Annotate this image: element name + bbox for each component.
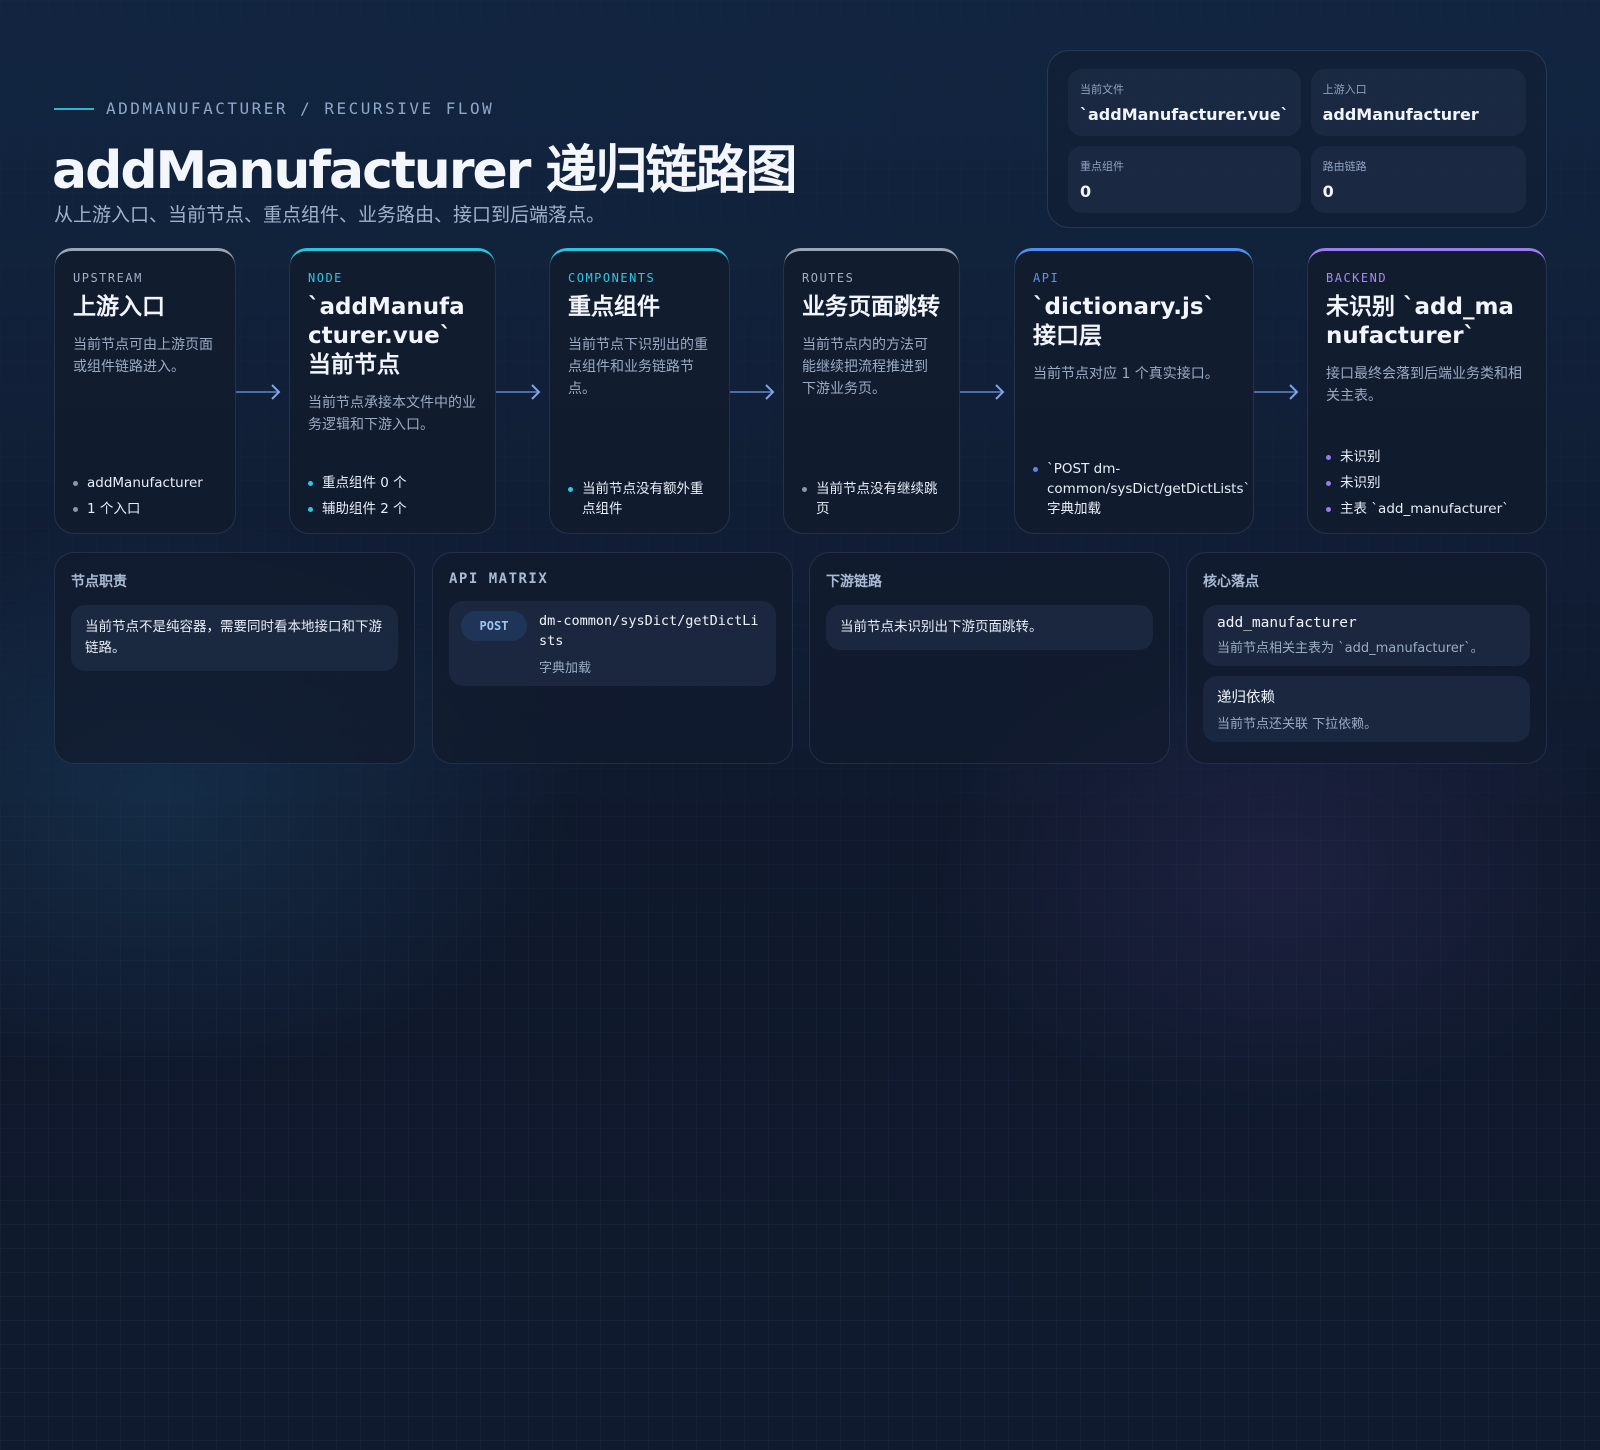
card-list: `POST dm-common/sysDict/getDictLists` 字典… [1033, 453, 1250, 519]
card-title: `dictionary.js` 接口层 [1033, 294, 1216, 349]
card-tag: NODE [308, 271, 343, 285]
arrow-right-icon [730, 384, 775, 400]
panel-node-duty: 节点职责 当前节点不是纯容器，需要同时看本地接口和下游链路。 [54, 552, 415, 764]
list-item: 未识别 [1326, 473, 1530, 493]
stat-label: 路由链路 [1322, 160, 1367, 173]
downstream-note: 当前节点未识别出下游页面跳转。 [826, 605, 1153, 650]
flow-card-api: API `dictionary.js` 接口层 当前节点对应 1 个真实接口。 … [1014, 248, 1254, 534]
card-title: 上游入口 [73, 294, 165, 320]
page-title: addManufacturer 递归链路图 [52, 141, 797, 201]
core-sub: 当前节点还关联 下拉依赖。 [1217, 717, 1378, 732]
stat-key-components: 重点组件 0 [1068, 146, 1301, 213]
panel-title: 核心落点 [1203, 574, 1259, 590]
card-desc: 当前节点承接本文件中的业务逻辑和下游入口。 [308, 395, 476, 433]
list-item: 主表 `add_manufacturer` [1326, 499, 1530, 519]
card-list: addManufacturer 1 个入口 [73, 467, 219, 519]
card-desc: 接口最终会落到后端业务类和相关主表。 [1326, 366, 1522, 404]
api-row[interactable]: POST dm-common/sysDict/getDictLists 字典加载 [449, 601, 776, 686]
arrow-right-icon [960, 384, 1005, 400]
list-item: 当前节点没有继续跳页 [802, 479, 943, 519]
card-title: `addManufacturer.vue` 当前节点 [308, 294, 465, 378]
card-tag: BACKEND [1326, 271, 1388, 285]
method-badge: POST [461, 611, 527, 641]
duty-note: 当前节点不是纯容器，需要同时看本地接口和下游链路。 [71, 605, 398, 671]
card-list: 当前节点没有继续跳页 [802, 473, 943, 519]
list-item: `POST dm-common/sysDict/getDictLists` 字典… [1033, 459, 1250, 519]
flow-card-upstream: UPSTREAM 上游入口 当前节点可由上游页面或组件链路进入。 addManu… [54, 248, 236, 534]
core-item: add_manufacturer 当前节点相关主表为 `add_manufact… [1203, 605, 1530, 666]
eyebrow-text: ADDMANUFACTURER / RECURSIVE FLOW [106, 99, 495, 118]
card-title: 未识别 `add_manufacturer` [1326, 294, 1514, 349]
card-desc: 当前节点下识别出的重点组件和业务链路节点。 [568, 337, 708, 397]
card-desc: 当前节点对应 1 个真实接口。 [1033, 366, 1219, 382]
card-tag: ROUTES [802, 271, 855, 285]
panel-title: 下游链路 [826, 574, 882, 590]
stat-value: addManufacturer [1322, 105, 1479, 124]
list-item: 当前节点没有额外重点组件 [568, 479, 713, 519]
stat-label: 上游入口 [1322, 83, 1367, 96]
card-tag: UPSTREAM [73, 271, 143, 285]
api-info: dm-common/sysDict/getDictLists 字典加载 [539, 611, 759, 676]
list-item: 辅助组件 2 个 [308, 499, 479, 519]
stat-value: 0 [1080, 182, 1092, 201]
list-item: 重点组件 0 个 [308, 473, 479, 493]
list-item: addManufacturer [73, 473, 219, 493]
flow-card-components: COMPONENTS 重点组件 当前节点下识别出的重点组件和业务链路节点。 当前… [549, 248, 730, 534]
core-item: 递归依赖 当前节点还关联 下拉依赖。 [1203, 676, 1530, 742]
list-item: 1 个入口 [73, 499, 219, 519]
eyebrow-line [54, 107, 94, 110]
flow-card-backend: BACKEND 未识别 `add_manufacturer` 接口最终会落到后端… [1307, 248, 1547, 534]
api-path: dm-common/sysDict/getDictLists [539, 613, 759, 649]
flow-card-node: NODE `addManufacturer.vue` 当前节点 当前节点承接本文… [289, 248, 496, 534]
api-desc: 字典加载 [539, 661, 592, 676]
card-desc: 当前节点可由上游页面或组件链路进入。 [73, 337, 213, 375]
card-title: 业务页面跳转 [802, 294, 940, 320]
page-subtitle: 从上游入口、当前节点、重点组件、业务路由、接口到后端落点。 [54, 204, 606, 226]
card-title: 重点组件 [568, 294, 660, 320]
stat-route-chain: 路由链路 0 [1310, 146, 1526, 213]
eyebrow: ADDMANUFACTURER / RECURSIVE FLOW [54, 99, 494, 118]
stat-value: 0 [1322, 182, 1334, 201]
stats-panel: 当前文件 `addManufacturer.vue` 上游入口 addManuf… [1047, 50, 1547, 228]
stat-upstream-entry: 上游入口 addManufacturer [1310, 69, 1526, 136]
stat-current-file: 当前文件 `addManufacturer.vue` [1068, 69, 1301, 136]
panel-api-matrix: API MATRIX POST dm-common/sysDict/getDic… [432, 552, 793, 764]
core-sub: 当前节点相关主表为 `add_manufacturer`。 [1217, 641, 1484, 656]
panel-downstream: 下游链路 当前节点未识别出下游页面跳转。 [809, 552, 1170, 764]
arrow-right-icon [236, 384, 281, 400]
page: ADDMANUFACTURER / RECURSIVE FLOW addManu… [0, 0, 1600, 1450]
core-head: 递归依赖 [1217, 690, 1275, 706]
card-desc: 当前节点内的方法可能继续把流程推进到下游业务页。 [802, 337, 928, 397]
card-tag: COMPONENTS [568, 271, 656, 285]
stat-label: 重点组件 [1080, 160, 1124, 173]
stat-value: `addManufacturer.vue` [1080, 105, 1289, 124]
panel-core-landing: 核心落点 add_manufacturer 当前节点相关主表为 `add_man… [1186, 552, 1547, 764]
arrow-right-icon [496, 384, 541, 400]
card-tag: API [1033, 271, 1060, 285]
stat-label: 当前文件 [1080, 83, 1124, 96]
arrow-right-icon [1254, 384, 1299, 400]
list-item: 未识别 [1326, 447, 1530, 467]
card-list: 重点组件 0 个 辅助组件 2 个 [308, 467, 479, 519]
panel-title: API MATRIX [449, 571, 549, 587]
core-head: add_manufacturer [1217, 615, 1357, 631]
flow-card-routes: ROUTES 业务页面跳转 当前节点内的方法可能继续把流程推进到下游业务页。 当… [783, 248, 960, 534]
card-list: 未识别 未识别 主表 `add_manufacturer` [1326, 441, 1530, 519]
card-list: 当前节点没有额外重点组件 [568, 473, 713, 519]
panel-title: 节点职责 [71, 574, 127, 590]
